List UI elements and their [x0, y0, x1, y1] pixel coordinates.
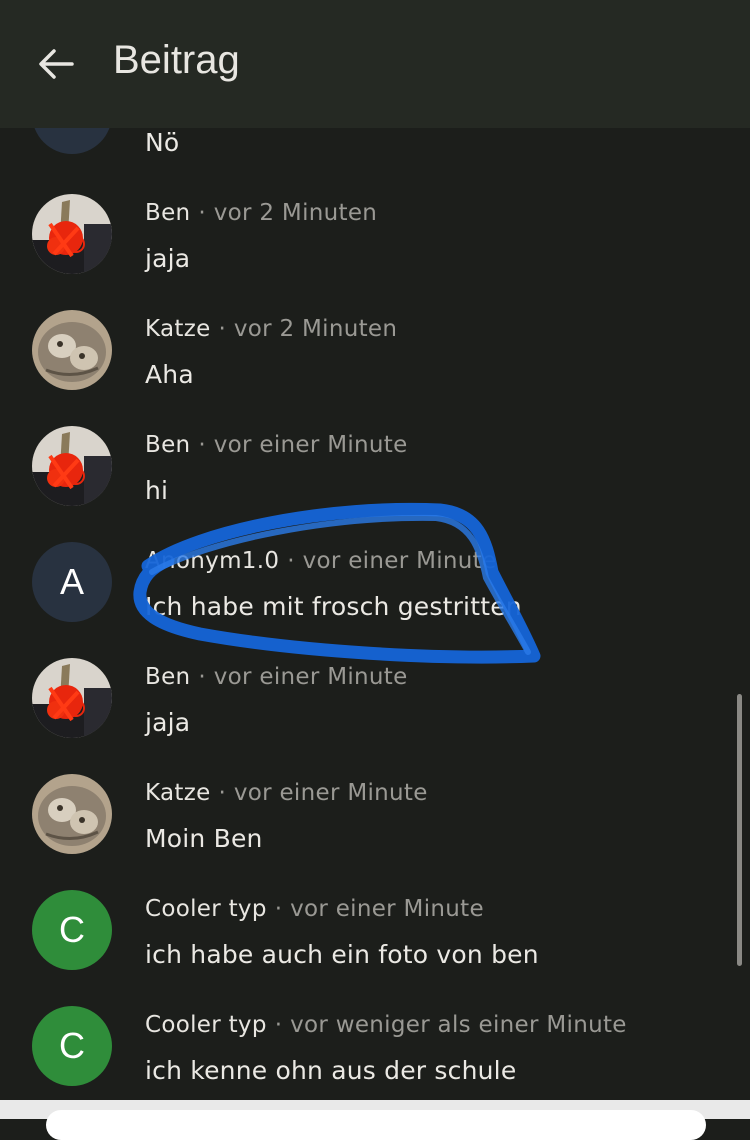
comment-input-bar[interactable] [46, 1110, 706, 1140]
comment-time: vor einer Minute [290, 896, 484, 922]
separator-dot: · [218, 316, 226, 342]
cat-photo-icon [32, 310, 112, 390]
comment-text: ich habe auch ein foto von ben [145, 940, 539, 969]
comment-time: vor 2 Minuten [233, 316, 398, 342]
comment-author[interactable]: Ben [145, 664, 190, 690]
comment-time: vor einer Minute [302, 548, 497, 574]
page-title: Beitrag [113, 38, 240, 82]
comment-item[interactable]: Ben · vor 2 Minuten jaja [0, 194, 750, 310]
comment-meta: Ben · vor 2 Minuten [145, 200, 377, 226]
comment-text: hi [145, 476, 169, 505]
comment-item[interactable]: Ben · vor einer Minute jaja [0, 658, 750, 774]
comment-text: Nö [145, 128, 180, 157]
comment-item[interactable]: Katze · vor 2 Minuten Aha [0, 310, 750, 426]
scrollbar[interactable] [737, 694, 742, 966]
comment-author[interactable]: Katze [145, 316, 211, 342]
comment-meta: Cooler typ · vor einer Minute [145, 896, 484, 922]
separator-dot: · [274, 1012, 283, 1038]
avatar[interactable]: C [32, 890, 112, 970]
comment-time: vor einer Minute [213, 664, 408, 690]
comment-meta: Katze · vor einer Minute [145, 780, 428, 806]
comment-time: vor einer Minute [233, 780, 428, 806]
ben-photo-icon [32, 658, 112, 738]
ben-photo-icon [32, 426, 112, 506]
comment-author[interactable]: Ben [145, 200, 190, 226]
separator-dot: · [198, 200, 206, 226]
avatar[interactable]: C [32, 1006, 112, 1086]
comment-item[interactable]: Katze · vor einer Minute Moin Ben [0, 774, 750, 890]
comment-feed[interactable]: Nö Ben · vor 2 Minuten jaja Katze · vor … [0, 0, 750, 1100]
comment-text: jaja [145, 708, 191, 737]
comment-item[interactable]: Ben · vor einer Minute hi [0, 426, 750, 542]
comment-item[interactable]: A Anonym1.0 · vor einer Minute Ich habe mi… [0, 542, 750, 658]
separator-dot: · [198, 432, 206, 458]
comment-time: vor 2 Minuten [213, 200, 378, 226]
separator-dot: · [287, 548, 295, 574]
comment-text: Ich habe mit frosch gestritten [145, 592, 522, 621]
comment-meta: Katze · vor 2 Minuten [145, 316, 397, 342]
avatar[interactable] [32, 426, 112, 506]
separator-dot: · [198, 664, 206, 690]
comment-meta: Anonym1.0 · vor einer Minute [145, 548, 496, 574]
avatar[interactable] [32, 310, 112, 390]
separator-dot: · [274, 896, 283, 922]
comment-meta: Cooler typ · vor weniger als einer Minute [145, 1012, 627, 1038]
avatar[interactable] [32, 658, 112, 738]
comment-author[interactable]: Anonym1.0 [145, 548, 279, 574]
comment-author[interactable]: Cooler typ [145, 896, 267, 922]
bottom-bar [0, 1100, 750, 1140]
comment-author[interactable]: Cooler typ [145, 1012, 267, 1038]
app-header: Beitrag [0, 0, 750, 128]
arrow-left-icon [39, 49, 74, 79]
comment-meta: Ben · vor einer Minute [145, 432, 408, 458]
comment-text: jaja [145, 244, 191, 273]
comment-time: vor einer Minute [213, 432, 408, 458]
back-button[interactable] [34, 42, 78, 86]
comment-item[interactable]: C Cooler typ · vor einer Minute ich habe a… [0, 890, 750, 1006]
comment-item[interactable]: C Cooler typ · vor weniger als einer Minut… [0, 1006, 750, 1100]
comment-text: Moin Ben [145, 824, 263, 853]
comment-author[interactable]: Ben [145, 432, 190, 458]
comment-text: Aha [145, 360, 194, 389]
avatar[interactable] [32, 774, 112, 854]
comment-text: ich kenne ohn aus der schule [145, 1056, 517, 1085]
comment-author[interactable]: Katze [145, 780, 211, 806]
cat-photo-icon [32, 774, 112, 854]
avatar[interactable]: A [32, 542, 112, 622]
separator-dot: · [218, 780, 226, 806]
ben-photo-icon [32, 194, 112, 274]
avatar[interactable] [32, 194, 112, 274]
comment-meta: Ben · vor einer Minute [145, 664, 408, 690]
comment-time: vor weniger als einer Minute [290, 1012, 627, 1038]
